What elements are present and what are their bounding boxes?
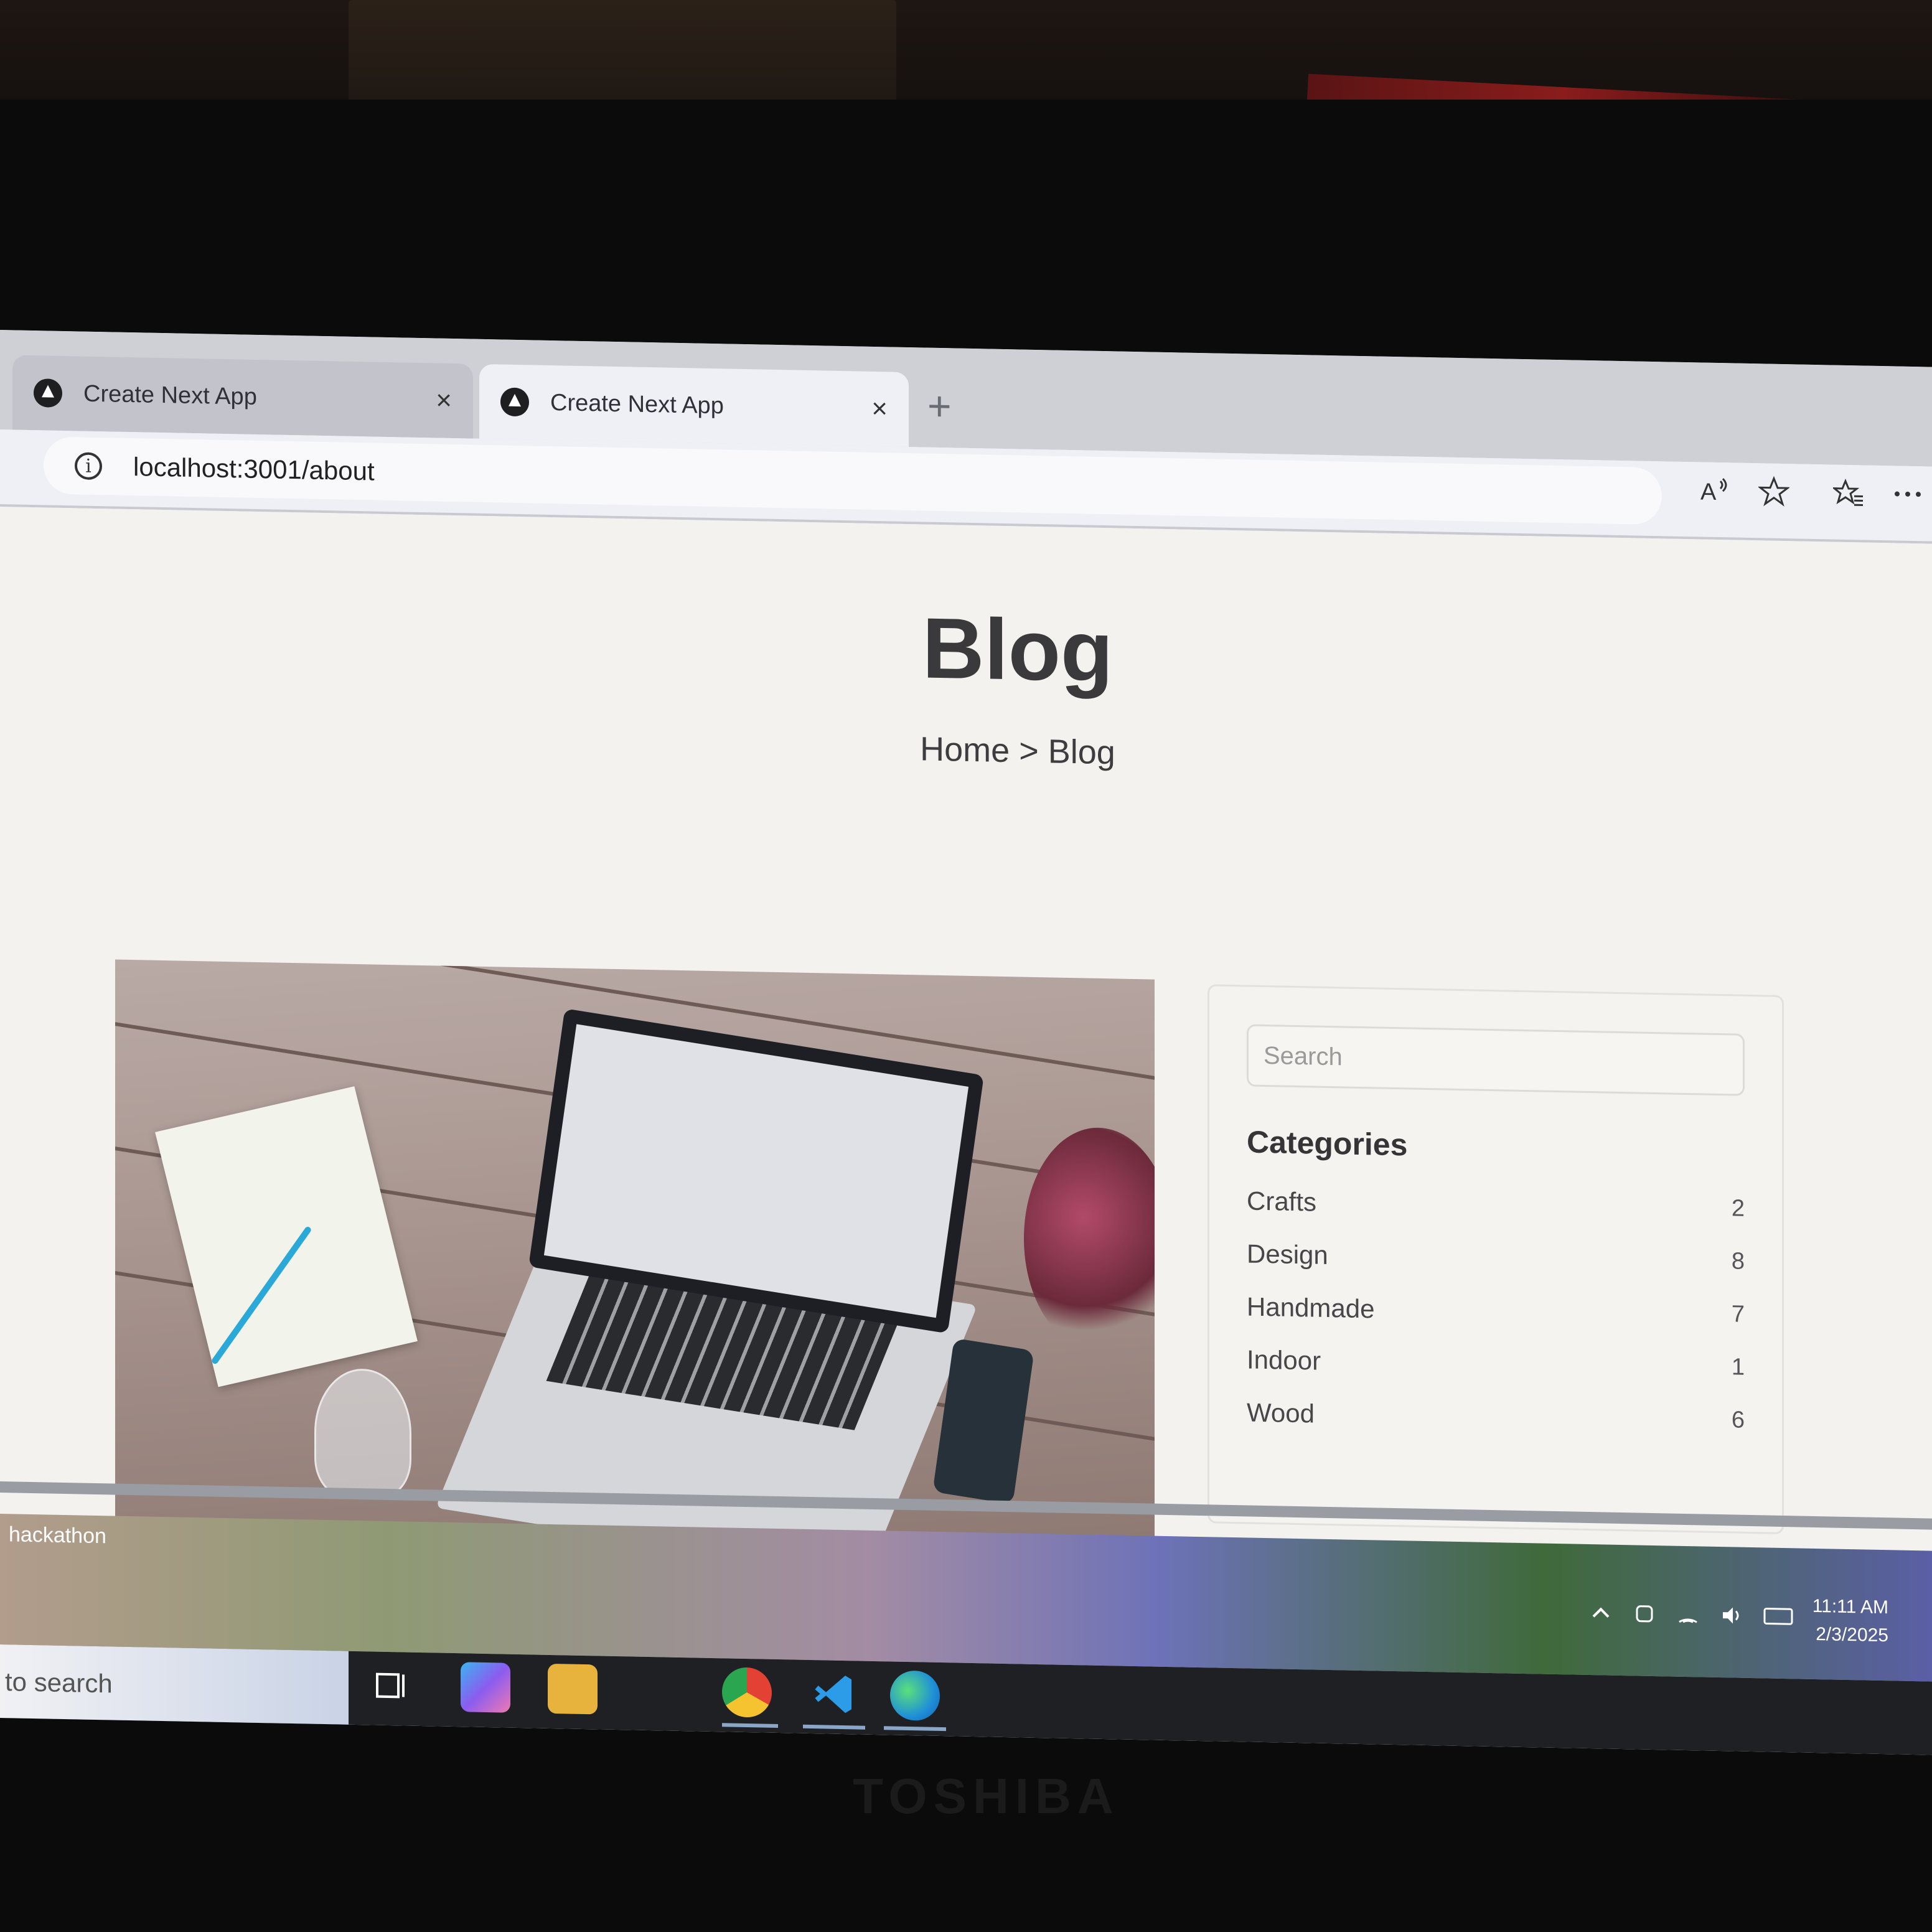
category-handmade[interactable]: Handmade 7: [1247, 1292, 1745, 1354]
desktop-folder-label[interactable]: hackathon: [9, 1522, 106, 1549]
vscode-running-indicator: [803, 1724, 865, 1730]
clock-date: 2/3/2025: [1816, 1624, 1888, 1646]
category-name: Crafts: [1247, 1186, 1317, 1217]
volume-icon[interactable]: [1719, 1603, 1744, 1634]
category-count: 2: [1731, 1195, 1745, 1222]
new-tab-icon[interactable]: +: [927, 383, 952, 429]
taskbar-search-text: to search: [5, 1667, 113, 1699]
tab-title: Create Next App: [83, 380, 257, 410]
categories-heading: Categories: [1247, 1124, 1408, 1163]
page-title: Blog: [922, 600, 1114, 700]
site-info-icon[interactable]: i: [75, 452, 102, 481]
vscode-icon[interactable]: [809, 1669, 859, 1720]
category-count: 6: [1731, 1407, 1745, 1433]
svg-text:A: A: [1700, 479, 1717, 505]
search-input[interactable]: [1247, 1024, 1745, 1096]
file-explorer-icon[interactable]: [548, 1663, 598, 1715]
notebook: [155, 1086, 418, 1387]
meet-now-icon[interactable]: [1632, 1601, 1657, 1633]
url-text[interactable]: localhost:3001/about: [133, 452, 375, 486]
category-indoor[interactable]: Indoor 1: [1247, 1344, 1745, 1407]
taskbar-search[interactable]: to search: [0, 1644, 349, 1725]
category-count: 8: [1731, 1248, 1745, 1275]
category-name: Indoor: [1247, 1344, 1321, 1376]
tab-close-icon[interactable]: ×: [871, 393, 888, 424]
monitor-brand: TOSHIBA: [853, 1768, 1120, 1824]
breadcrumb[interactable]: Home > Blog: [0, 712, 1932, 790]
edge-icon[interactable]: [890, 1670, 940, 1721]
tab-close-icon[interactable]: ×: [436, 385, 452, 416]
more-icon[interactable]: [1892, 478, 1923, 515]
read-aloud-icon[interactable]: A: [1699, 474, 1730, 512]
web-page: Blog Home > Blog Categories Crafts 2: [0, 507, 1932, 1540]
clock-time: 11:11 AM: [1812, 1595, 1888, 1618]
network-icon[interactable]: [1676, 1602, 1700, 1634]
favorites-icon[interactable]: [1831, 477, 1864, 515]
chrome-running-indicator: [722, 1723, 778, 1728]
water-glass: [314, 1367, 411, 1498]
category-name: Handmade: [1247, 1292, 1375, 1324]
categories-list: Crafts 2 Design 8 Handmade 7 Indoor 1 Wo…: [1247, 1186, 1745, 1460]
nextjs-favicon-icon: [500, 387, 529, 417]
nextjs-favicon-icon: [34, 378, 62, 408]
chrome-icon[interactable]: [722, 1667, 772, 1718]
chevron-up-icon[interactable]: [1588, 1600, 1613, 1632]
category-name: Wood: [1247, 1397, 1315, 1428]
edge-running-indicator: [884, 1726, 946, 1732]
screen: Create Next App × Create Next App × + i …: [0, 330, 1932, 1755]
tab-2[interactable]: Create Next App ×: [479, 363, 909, 448]
category-name: Design: [1247, 1239, 1328, 1270]
blog-hero-image: [115, 959, 1155, 1540]
tab-title: Create Next App: [550, 389, 724, 419]
system-tray: 11:11 AM 2/3/2025: [1588, 1588, 1888, 1649]
keyboard-icon[interactable]: [1763, 1603, 1794, 1635]
clock[interactable]: 11:11 AM 2/3/2025: [1812, 1592, 1888, 1649]
copilot-icon[interactable]: [461, 1662, 510, 1713]
category-design[interactable]: Design 8: [1247, 1239, 1745, 1301]
category-crafts[interactable]: Crafts 2: [1247, 1186, 1745, 1248]
tab-1[interactable]: Create Next App ×: [12, 355, 473, 439]
category-count: 7: [1731, 1301, 1745, 1328]
task-view-icon[interactable]: [367, 1660, 417, 1711]
sidebar: Categories Crafts 2 Design 8 Handmade 7 …: [1208, 984, 1784, 1535]
flowers: [1024, 1126, 1155, 1354]
category-wood[interactable]: Wood 6: [1247, 1397, 1745, 1460]
star-icon[interactable]: [1757, 476, 1791, 513]
category-count: 1: [1731, 1354, 1745, 1381]
